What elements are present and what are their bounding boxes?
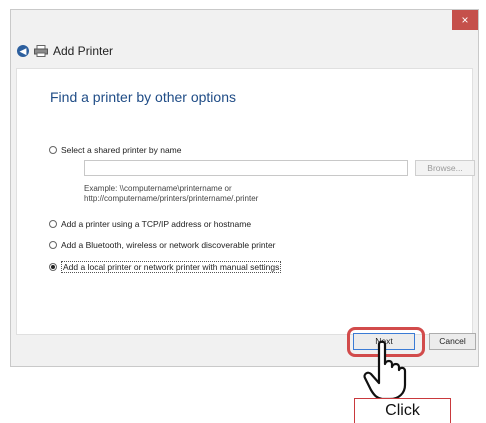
example-line-2: http://computername/printers/printername… [84, 194, 259, 203]
add-printer-dialog: × ◀ Add Printer Find a printer by other … [10, 9, 479, 367]
option-label: Add a printer using a TCP/IP address or … [61, 219, 252, 229]
title-bar: ◀ Add Printer [17, 42, 113, 60]
pointing-hand-icon [363, 340, 407, 400]
main-content: Find a printer by other options Select a… [16, 68, 475, 335]
option-tcpip[interactable]: Add a printer using a TCP/IP address or … [49, 219, 251, 229]
click-callout: Click [354, 398, 451, 423]
printer-icon [34, 45, 48, 57]
radio-local-printer[interactable] [49, 263, 57, 271]
option-label: Select a shared printer by name [61, 145, 182, 155]
option-bluetooth[interactable]: Add a Bluetooth, wireless or network dis… [49, 240, 276, 250]
option-local-printer[interactable]: Add a local printer or network printer w… [49, 261, 282, 273]
example-line-1: Example: \\computername\printername or [84, 184, 232, 193]
close-button[interactable]: × [452, 10, 478, 30]
radio-shared-printer[interactable] [49, 146, 57, 154]
radio-bluetooth[interactable] [49, 241, 57, 249]
shared-printer-name-input[interactable] [84, 160, 408, 176]
window-title: Add Printer [53, 44, 114, 58]
example-text: Example: \\computername\printername or h… [84, 184, 258, 204]
radio-tcpip[interactable] [49, 220, 57, 228]
cancel-button[interactable]: Cancel [429, 333, 476, 350]
back-arrow-icon[interactable]: ◀ [17, 45, 29, 57]
option-shared-printer[interactable]: Select a shared printer by name [49, 145, 181, 155]
option-label: Add a local printer or network printer w… [61, 261, 282, 273]
page-heading: Find a printer by other options [50, 89, 236, 105]
browse-button[interactable]: Browse... [415, 160, 475, 176]
option-label: Add a Bluetooth, wireless or network dis… [61, 240, 276, 250]
